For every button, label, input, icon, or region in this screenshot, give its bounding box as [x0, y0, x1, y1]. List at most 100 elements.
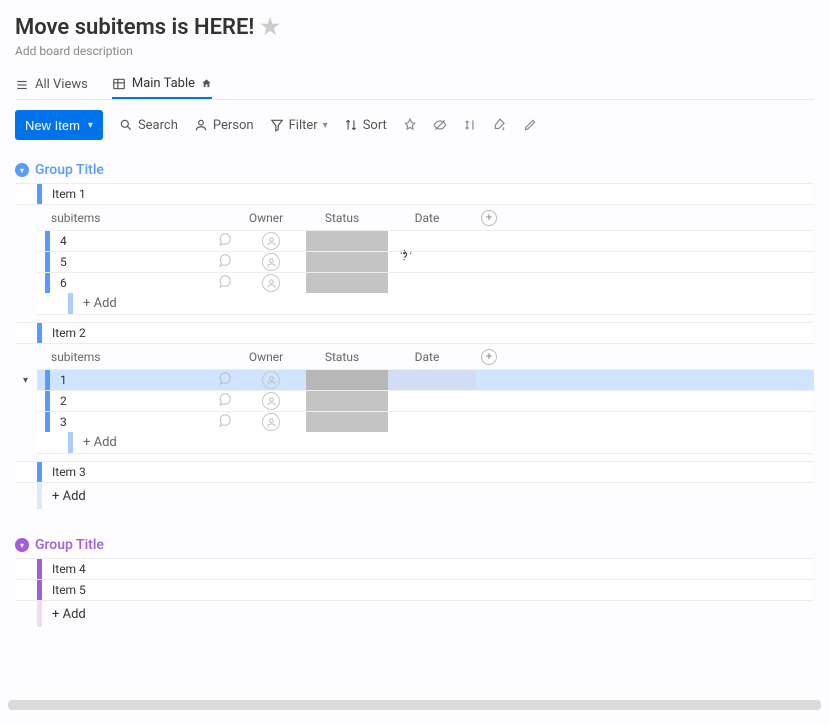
- item-color-bar: [37, 462, 42, 482]
- add-column-button[interactable]: +: [481, 210, 497, 226]
- status-cell[interactable]: [306, 391, 388, 411]
- item-name[interactable]: Item 4: [52, 562, 86, 576]
- column-status: Status: [301, 211, 383, 225]
- add-item-row[interactable]: + Add: [15, 483, 814, 509]
- status-cell[interactable]: [306, 370, 388, 390]
- add-label: + Add: [52, 607, 86, 622]
- add-subitem-row[interactable]: + Add: [37, 432, 814, 454]
- owner-avatar[interactable]: [262, 274, 280, 292]
- owner-avatar[interactable]: [262, 413, 280, 431]
- status-cell[interactable]: [306, 252, 388, 272]
- star-icon[interactable]: ★: [260, 15, 280, 40]
- owner-avatar[interactable]: [262, 392, 280, 410]
- add-column-button[interactable]: +: [481, 349, 497, 365]
- item-name[interactable]: Item 3: [52, 465, 86, 479]
- search-label: Search: [138, 118, 178, 133]
- board-title[interactable]: Move subitems is HERE!: [15, 15, 254, 40]
- subitem-name[interactable]: 5: [60, 255, 212, 269]
- subitem-row[interactable]: 6: [37, 272, 814, 294]
- tab-main-table[interactable]: Main Table: [112, 70, 212, 99]
- date-cell[interactable]: [388, 370, 476, 390]
- owner-avatar[interactable]: [262, 232, 280, 250]
- item-name[interactable]: Item 2: [52, 326, 86, 340]
- group-header[interactable]: ▾ Group Title: [15, 162, 814, 178]
- subitem-color-bar: [45, 273, 50, 293]
- chat-icon[interactable]: [217, 253, 232, 271]
- item-row[interactable]: Item 2: [15, 322, 814, 344]
- chat-icon[interactable]: [217, 392, 232, 410]
- status-cell[interactable]: [306, 412, 388, 432]
- pin-icon[interactable]: [403, 118, 417, 132]
- subitem-row[interactable]: 5: [37, 251, 814, 273]
- subitem-name[interactable]: 3: [60, 415, 212, 429]
- chat-icon[interactable]: [217, 413, 232, 431]
- chat-icon[interactable]: [217, 232, 232, 250]
- subitem-row[interactable]: 2: [37, 390, 814, 412]
- column-date: Date: [383, 350, 471, 364]
- status-cell[interactable]: [306, 231, 388, 251]
- sort-icon: [344, 118, 358, 132]
- owner-avatar[interactable]: [262, 371, 280, 389]
- add-subitem-row[interactable]: + Add: [37, 293, 814, 315]
- new-item-button[interactable]: New Item ▾: [15, 110, 103, 140]
- subitem-row[interactable]: 1: [37, 369, 814, 391]
- item-row[interactable]: Item 4: [15, 558, 814, 580]
- add-label: + Add: [83, 435, 117, 450]
- chevron-down-icon: ▾: [88, 120, 93, 131]
- add-label: + Add: [52, 489, 86, 504]
- collapse-icon[interactable]: ▾: [15, 163, 29, 177]
- item-row[interactable]: Item 5: [15, 579, 814, 601]
- sort-tool[interactable]: Sort: [344, 118, 387, 133]
- group-title[interactable]: Group Title: [35, 537, 104, 553]
- edit-icon[interactable]: [523, 118, 537, 132]
- subitem-row[interactable]: 3: [37, 411, 814, 433]
- status-cell[interactable]: [306, 273, 388, 293]
- chevron-down-icon: ▾: [323, 120, 328, 131]
- subitem-name[interactable]: 2: [60, 394, 212, 408]
- subitem-color-bar: [45, 412, 50, 432]
- group-header[interactable]: ▾ Group Title: [15, 537, 814, 553]
- list-icon: [15, 78, 29, 92]
- subitem-header: subitemsOwnerStatusDate+: [37, 344, 814, 370]
- eye-off-icon[interactable]: [433, 118, 447, 132]
- subitem-name[interactable]: 1: [60, 373, 212, 387]
- item-row[interactable]: Item 1: [15, 183, 814, 205]
- item-name[interactable]: Item 1: [52, 187, 86, 201]
- subitem-row[interactable]: 4: [37, 230, 814, 252]
- item-color-bar: [37, 323, 42, 343]
- search-tool[interactable]: Search: [119, 118, 178, 133]
- owner-avatar[interactable]: [262, 253, 280, 271]
- cursor-icon: [399, 248, 413, 266]
- column-status: Status: [301, 350, 383, 364]
- chat-icon[interactable]: [217, 371, 232, 389]
- subitem-name[interactable]: 6: [60, 276, 212, 290]
- filter-tool[interactable]: Filter ▾: [270, 118, 328, 133]
- column-subitems: subitems: [37, 350, 207, 364]
- collapse-icon[interactable]: ▾: [15, 538, 29, 552]
- add-item-row[interactable]: + Add: [15, 601, 814, 627]
- subitem-color-bar: [45, 231, 50, 251]
- sort-label: Sort: [363, 118, 387, 133]
- horizontal-scrollbar[interactable]: [8, 700, 821, 710]
- subitems-table: subitemsOwnerStatusDate+ 4 5 6 + Add: [37, 205, 814, 315]
- subitem-name[interactable]: 4: [60, 234, 212, 248]
- subitem-color-bar: [45, 370, 50, 390]
- subitems-table: subitemsOwnerStatusDate+123+ Add: [37, 344, 814, 454]
- tab-all-views-label: All Views: [35, 77, 88, 92]
- item-row[interactable]: Item 3: [15, 461, 814, 483]
- chat-icon[interactable]: [217, 274, 232, 292]
- item-color-bar: [37, 184, 42, 204]
- item-color-bar: [37, 559, 42, 579]
- board-description[interactable]: Add board description: [15, 44, 814, 58]
- subitem-color-bar: [68, 293, 73, 314]
- subitem-color-bar: [68, 432, 73, 453]
- item-name[interactable]: Item 5: [52, 583, 86, 597]
- filter-icon: [270, 118, 284, 132]
- color-icon[interactable]: [493, 118, 507, 132]
- tab-all-views[interactable]: All Views: [15, 71, 88, 98]
- person-icon: [194, 118, 208, 132]
- person-tool[interactable]: Person: [194, 118, 254, 133]
- subitem-header: subitemsOwnerStatusDate+: [37, 205, 814, 231]
- group-title[interactable]: Group Title: [35, 162, 104, 178]
- height-icon[interactable]: [463, 118, 477, 132]
